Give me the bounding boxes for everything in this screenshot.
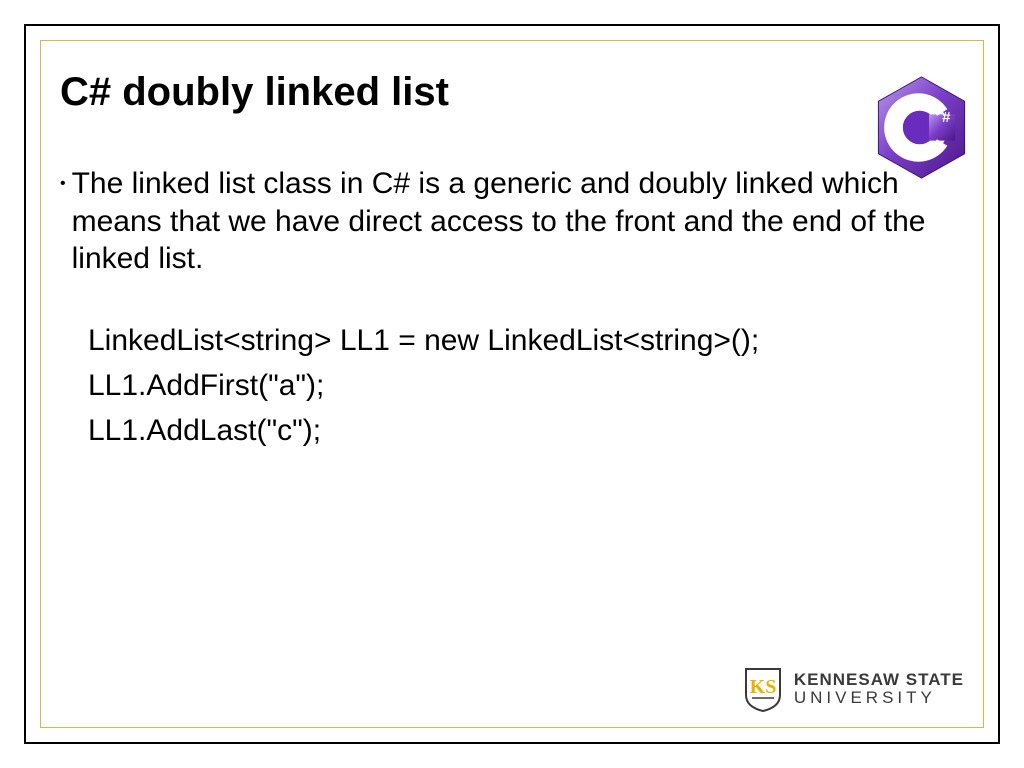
ksu-text: KENNESAW STATE UNIVERSITY bbox=[794, 671, 964, 707]
slide-content: C# doubly linked list • The linked list … bbox=[60, 70, 964, 453]
ksu-shield-icon: KS bbox=[742, 665, 784, 713]
svg-text:KS: KS bbox=[750, 676, 777, 698]
svg-text:#: # bbox=[942, 109, 951, 126]
ksu-logo: KS KENNESAW STATE UNIVERSITY bbox=[742, 665, 964, 713]
bullet-text: The linked list class in C# is a generic… bbox=[72, 165, 964, 278]
code-block: LinkedList<string> LL1 = new LinkedList<… bbox=[60, 318, 964, 453]
ksu-name-line2: UNIVERSITY bbox=[794, 689, 964, 707]
csharp-logo-icon: # bbox=[874, 75, 969, 180]
code-line-2: LL1.AddFirst("a"); bbox=[88, 363, 964, 408]
ksu-name-line1: KENNESAW STATE bbox=[794, 671, 964, 689]
code-line-3: LL1.AddLast("c"); bbox=[88, 408, 964, 453]
slide-title: C# doubly linked list bbox=[60, 70, 964, 115]
bullet-item: • The linked list class in C# is a gener… bbox=[60, 165, 964, 278]
bullet-dot-icon: • bbox=[60, 165, 66, 203]
code-line-1: LinkedList<string> LL1 = new LinkedList<… bbox=[88, 318, 964, 363]
